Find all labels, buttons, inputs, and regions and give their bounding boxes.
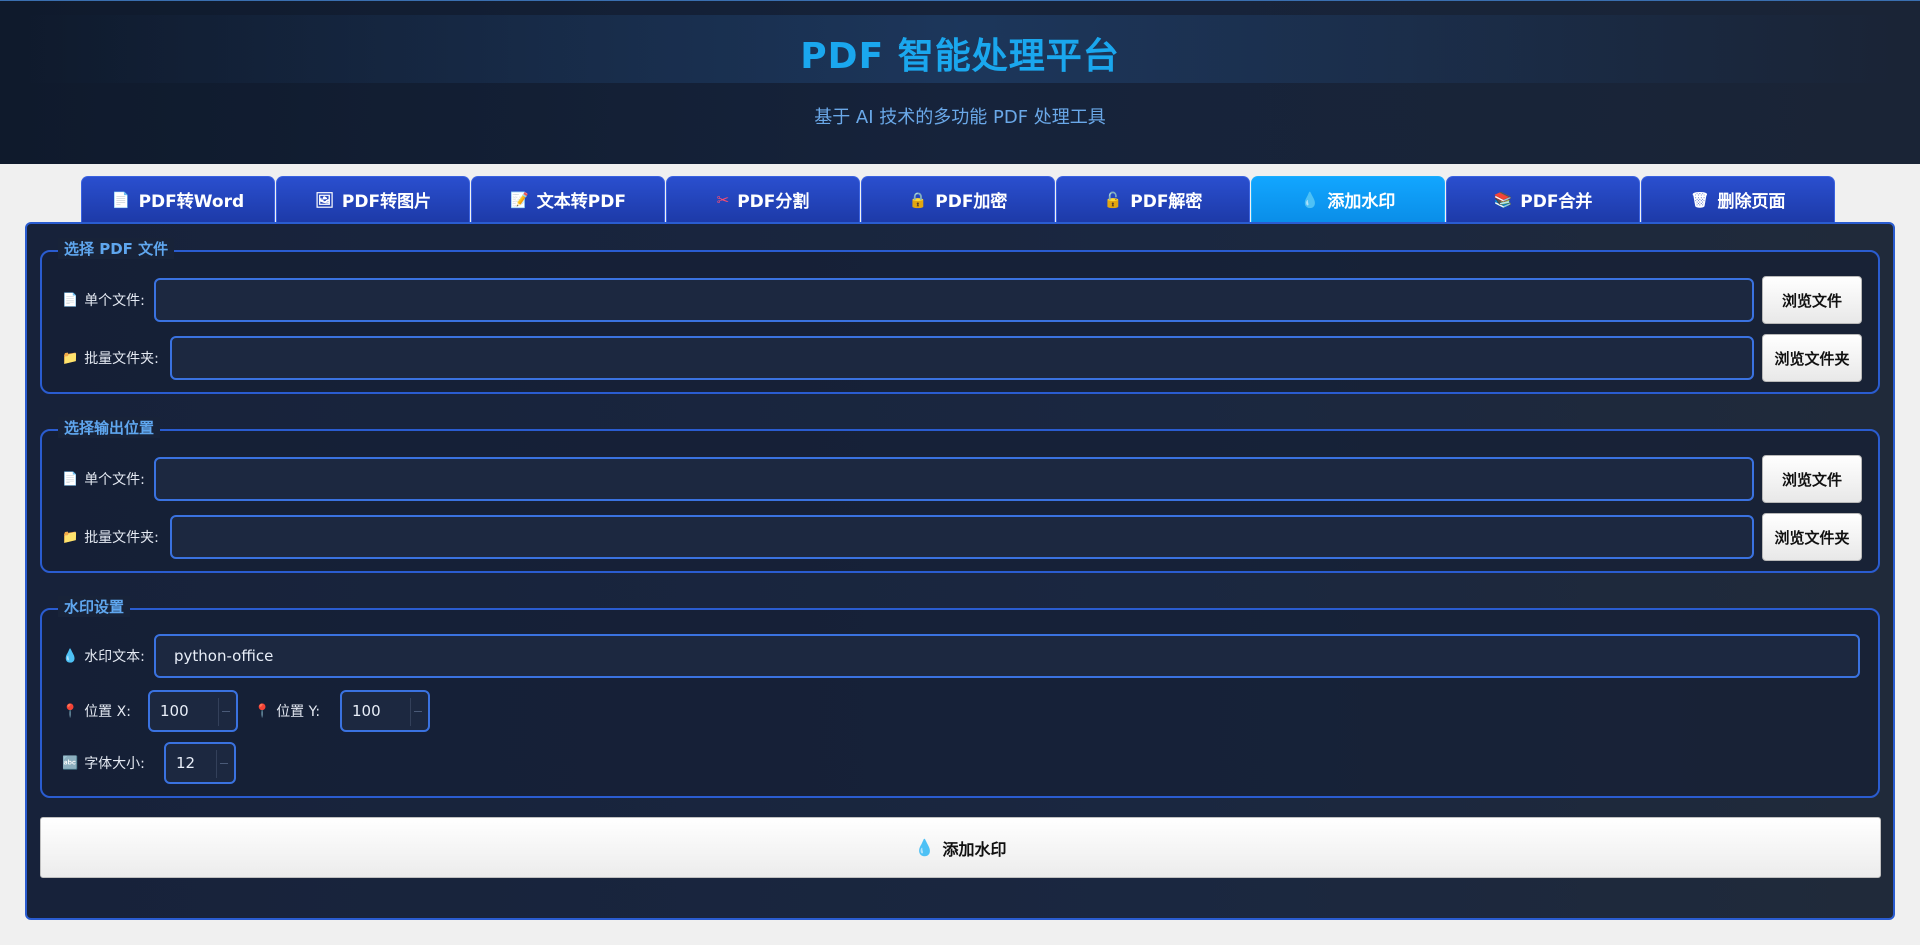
watermark-text-input[interactable]: python-office — [154, 634, 1860, 678]
tab-pdf-merge[interactable]: 📚 PDF合并 — [1446, 176, 1640, 222]
droplet-icon: 💧 — [62, 648, 79, 664]
tab-add-watermark[interactable]: 💧 添加水印 — [1251, 176, 1445, 222]
group-title: 选择输出位置 — [58, 417, 161, 438]
watermark-text-label: 💧 水印文本: — [62, 648, 145, 666]
image-icon: 🖼 — [314, 190, 334, 209]
tab-pdf-encrypt[interactable]: 🔒 PDF加密 — [861, 176, 1055, 222]
tab-label: 文本转PDF — [536, 192, 626, 212]
file-icon: 📄 — [62, 471, 79, 487]
tab-label: PDF转图片 — [341, 192, 432, 212]
folder-icon: 📁 — [62, 350, 79, 366]
single-file-label: 📄 单个文件: — [62, 292, 145, 310]
spin-arrows[interactable] — [410, 698, 424, 726]
books-icon: 📚 — [1493, 190, 1513, 209]
browse-file-button[interactable]: 浏览文件 — [1762, 276, 1862, 324]
main-panel: 选择 PDF 文件 📄 单个文件: 浏览文件 📁 批量文件夹: 浏览文件夹 选择… — [25, 222, 1895, 920]
tab-label: PDF合并 — [1520, 192, 1593, 212]
pin-icon: 📍 — [62, 703, 79, 719]
page-subtitle: 基于 AI 技术的多功能 PDF 处理工具 — [814, 107, 1106, 128]
tab-pdf-split[interactable]: ✂ PDF分割 — [666, 176, 860, 222]
input-batch-folder-field[interactable] — [170, 336, 1754, 380]
position-x-value: 100 — [160, 702, 189, 720]
droplet-icon: 💧 — [914, 838, 935, 857]
scissors-icon: ✂ — [716, 190, 730, 209]
lock-icon: 🔒 — [908, 190, 928, 209]
browse-folder-button[interactable]: 浏览文件夹 — [1762, 513, 1862, 561]
tab-label: 删除页面 — [1717, 192, 1786, 212]
output-batch-folder-field[interactable] — [170, 515, 1754, 559]
droplet-icon: 💧 — [1300, 190, 1320, 209]
font-size-icon: 🔤 — [62, 755, 79, 771]
browse-folder-button[interactable]: 浏览文件夹 — [1762, 334, 1862, 382]
tab-label: PDF分割 — [737, 192, 810, 212]
memo-icon: 📝 — [510, 190, 529, 209]
unlock-icon: 🔓 — [1103, 190, 1123, 209]
tab-pdf-decrypt[interactable]: 🔓 PDF解密 — [1056, 176, 1250, 222]
tab-text-to-pdf[interactable]: 📝 文本转PDF — [471, 176, 665, 222]
position-y-spinbox[interactable]: 100 — [340, 690, 430, 732]
position-y-label: 📍 位置 Y: — [254, 703, 321, 721]
app-header: PDF 智能处理平台 基于 AI 技术的多功能 PDF 处理工具 — [0, 0, 1920, 164]
file-icon: 📄 — [62, 292, 79, 308]
output-single-file-field[interactable] — [154, 457, 1754, 501]
tab-delete-pages[interactable]: 🗑 删除页面 — [1641, 176, 1835, 222]
font-size-label: 🔤 字体大小: — [62, 755, 145, 773]
font-size-value: 12 — [176, 754, 196, 772]
position-y-value: 100 — [352, 702, 381, 720]
tab-label: 添加水印 — [1327, 192, 1396, 212]
input-file-group: 选择 PDF 文件 📄 单个文件: 浏览文件 📁 批量文件夹: 浏览文件夹 — [40, 238, 1880, 394]
tab-pdf-to-image[interactable]: 🖼 PDF转图片 — [276, 176, 470, 222]
spin-arrows[interactable] — [218, 698, 232, 726]
position-x-spinbox[interactable]: 100 — [148, 690, 238, 732]
trash-icon: 🗑 — [1690, 190, 1710, 209]
add-watermark-button[interactable]: 💧 添加水印 — [40, 817, 1881, 878]
document-icon: 📄 — [111, 190, 131, 209]
watermark-settings-group: 水印设置 💧 水印文本: python-office 📍 位置 X: 100 📍… — [40, 596, 1880, 798]
font-size-spinbox[interactable]: 12 — [164, 742, 236, 784]
batch-folder-label: 📁 批量文件夹: — [62, 350, 159, 368]
folder-icon: 📁 — [62, 529, 79, 545]
tab-label: PDF转Word — [138, 192, 245, 212]
add-watermark-label: 添加水印 — [942, 839, 1007, 859]
tab-bar: 📄 PDF转Word 🖼 PDF转图片 📝 文本转PDF ✂ PDF分割 🔒 P… — [81, 176, 1835, 222]
batch-folder-label: 📁 批量文件夹: — [62, 529, 159, 547]
output-location-group: 选择输出位置 📄 单个文件: 浏览文件 📁 批量文件夹: 浏览文件夹 — [40, 417, 1880, 573]
spin-arrows[interactable] — [216, 750, 230, 778]
tab-label: PDF解密 — [1130, 192, 1203, 212]
input-single-file-field[interactable] — [154, 278, 1754, 322]
pin-icon: 📍 — [254, 703, 271, 719]
single-file-label: 📄 单个文件: — [62, 471, 145, 489]
tab-pdf-to-word[interactable]: 📄 PDF转Word — [81, 176, 275, 222]
browse-file-button[interactable]: 浏览文件 — [1762, 455, 1862, 503]
position-x-label: 📍 位置 X: — [62, 703, 131, 721]
page-title: PDF 智能处理平台 — [800, 36, 1120, 77]
group-title: 选择 PDF 文件 — [58, 238, 175, 259]
tab-label: PDF加密 — [935, 192, 1008, 212]
group-title: 水印设置 — [58, 596, 131, 617]
